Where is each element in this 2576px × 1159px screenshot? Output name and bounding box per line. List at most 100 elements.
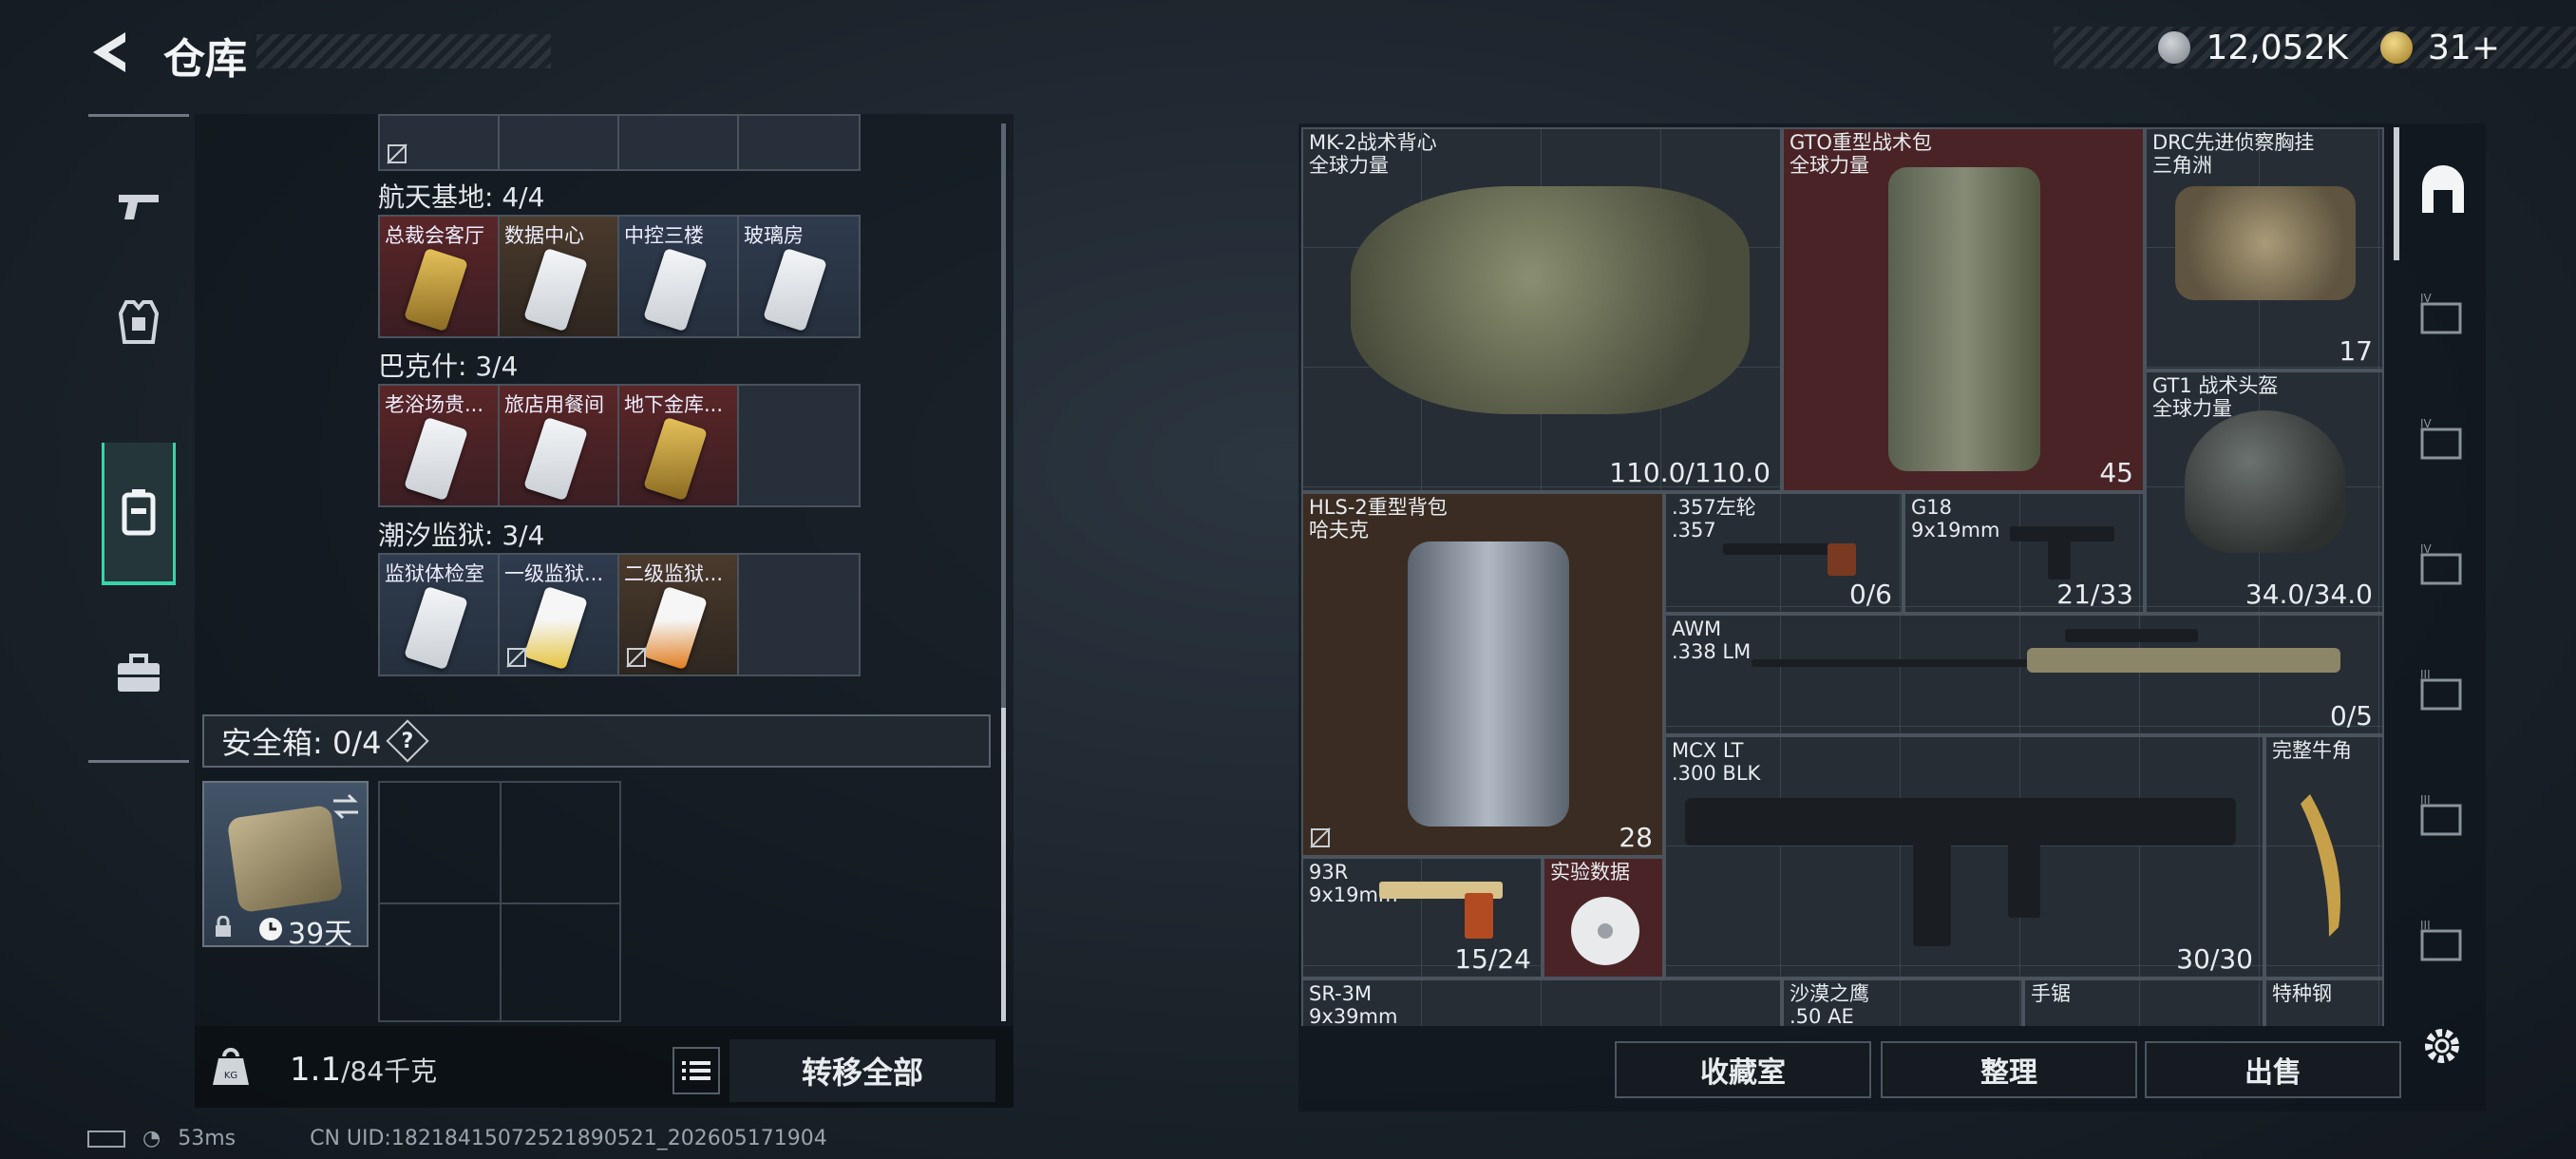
- key-row: 监狱体检室 一级监狱... 二级监狱...: [378, 553, 861, 676]
- item-saw[interactable]: 手锯: [2023, 978, 2264, 1026]
- back-arrow-icon[interactable]: [87, 28, 135, 76]
- item-name: MCX LT: [1672, 739, 1744, 762]
- item-93r[interactable]: 93R 9x19mm 15/24: [1301, 857, 1543, 978]
- key-slot[interactable]: [739, 116, 859, 169]
- safe-box-image: [226, 804, 344, 914]
- nav-divider: [88, 760, 189, 763]
- item-backpack-hls[interactable]: HLS-2重型背包 哈夫克 28: [1301, 492, 1664, 857]
- transfer-all-button[interactable]: 转移全部: [729, 1039, 995, 1102]
- item-name: 手锯: [2031, 982, 2071, 1005]
- title-stripe: [256, 34, 551, 68]
- nav-armor[interactable]: [102, 285, 176, 359]
- stash-home-icon[interactable]: [2416, 165, 2470, 218]
- safe-box-grid[interactable]: [378, 781, 621, 1022]
- item-vest[interactable]: MK-2战术背心 全球力量 110.0/110.0: [1301, 127, 1782, 492]
- keycard-image: [404, 585, 468, 671]
- empty-key-slot[interactable]: [739, 555, 859, 674]
- nav-divider: [88, 114, 189, 117]
- chest-rig-image: [2175, 186, 2356, 300]
- token-amount[interactable]: 31+: [2428, 28, 2500, 67]
- key-slot[interactable]: [500, 116, 619, 169]
- nav-briefcase[interactable]: [102, 636, 176, 711]
- scrollbar-thumb[interactable]: [1001, 708, 1006, 1021]
- item-deagle[interactable]: 沙漠之鹰 .50 AE: [1782, 978, 2023, 1026]
- item-chest-rig[interactable]: DRC先进侦察胸挂 三角洲 17: [2145, 127, 2384, 370]
- item-name: G18: [1911, 496, 1952, 519]
- nav-weapons[interactable]: [102, 169, 176, 243]
- item-horn[interactable]: 完整牛角: [2264, 735, 2384, 978]
- item-helmet[interactable]: GT1 战术头盔 全球力量 34.0/34.0: [2145, 370, 2384, 614]
- item-mcx[interactable]: MCX LT .300 BLK 30/30: [1664, 735, 2264, 978]
- safe-box-item[interactable]: 39天: [202, 781, 369, 951]
- container-iv-icon[interactable]: IV: [2416, 414, 2470, 467]
- horn-image: [2301, 794, 2340, 937]
- key-card-label: 数据中心: [504, 224, 584, 247]
- item-sr3m[interactable]: SR-3M 9x39mm: [1301, 978, 1782, 1026]
- item-capacity: 17: [2339, 335, 2373, 367]
- item-subtitle: 全球力量: [1790, 154, 1869, 177]
- sell-button[interactable]: 出售: [2145, 1041, 2401, 1098]
- item-ammo: 0/6: [1848, 579, 1892, 610]
- keycard-image: [523, 416, 588, 502]
- item-subtitle: 全球力量: [1309, 154, 1389, 177]
- coin-icon: [2158, 31, 2191, 64]
- keycard-image: [643, 585, 708, 671]
- list-view-button[interactable]: [672, 1047, 720, 1094]
- item-name: 实验数据: [1550, 861, 1630, 884]
- keycard-image: [404, 247, 468, 332]
- safe-box-header: 安全箱: 0/4 ?: [202, 714, 991, 768]
- key-card[interactable]: 数据中心: [500, 217, 619, 336]
- item-subtitle: 三角洲: [2152, 154, 2212, 177]
- svg-text:III: III: [2420, 919, 2431, 932]
- vest-image: [1351, 186, 1750, 414]
- item-name: DRC先进侦察胸挂: [2152, 131, 2315, 154]
- key-card-label: 监狱体检室: [385, 562, 484, 585]
- empty-key-slot[interactable]: [739, 386, 859, 505]
- backpack-image: [1408, 542, 1569, 826]
- key-card-label: 玻璃房: [744, 224, 804, 247]
- g18-grip: [2048, 536, 2071, 580]
- container-iv-icon[interactable]: IV: [2416, 540, 2470, 593]
- key-card[interactable]: 监狱体检室: [380, 555, 500, 674]
- key-card[interactable]: 中控三楼: [619, 217, 739, 336]
- mcx-body: [1685, 798, 2236, 846]
- scrollbar-track[interactable]: [1001, 124, 1006, 712]
- item-backpack[interactable]: GTO重型战术包 全球力量 45: [1782, 127, 2145, 492]
- item-g18[interactable]: G18 9x19mm 21/33: [1904, 492, 2145, 614]
- help-icon[interactable]: ?: [386, 719, 430, 763]
- item-steel[interactable]: 特种钢: [2264, 978, 2384, 1026]
- item-data[interactable]: 实验数据: [1543, 857, 1664, 978]
- keycard-image: [523, 247, 588, 332]
- key-card[interactable]: 地下金库...: [619, 386, 739, 505]
- list-icon: [682, 1061, 710, 1080]
- item-subtitle: .300 BLK: [1672, 762, 1761, 785]
- key-slot[interactable]: [619, 116, 739, 169]
- container-iii-icon[interactable]: III: [2416, 790, 2470, 844]
- key-card[interactable]: 总裁会客厅: [380, 217, 500, 336]
- container-iv-icon[interactable]: IV: [2416, 289, 2470, 342]
- key-card[interactable]: 旅店用餐间: [500, 386, 619, 505]
- key-card[interactable]: 老浴场贵...: [380, 386, 500, 505]
- settings-gear-icon[interactable]: [2420, 1024, 2464, 1068]
- key-slot[interactable]: [380, 116, 500, 169]
- no-trade-icon: [387, 143, 407, 164]
- item-name: 完整牛角: [2272, 739, 2352, 762]
- token-icon: [2380, 31, 2414, 64]
- container-iii-icon[interactable]: III: [2416, 916, 2470, 969]
- item-name: AWM: [1672, 618, 1722, 640]
- coin-amount: 12,052K: [2206, 28, 2349, 67]
- key-card-label: 旅店用餐间: [504, 393, 604, 416]
- collection-room-button[interactable]: 收藏室: [1615, 1041, 1871, 1098]
- key-card[interactable]: 玻璃房: [739, 217, 859, 336]
- key-card[interactable]: 二级监狱...: [619, 555, 739, 674]
- sort-button[interactable]: 整理: [1881, 1041, 2137, 1098]
- swap-icon[interactable]: [330, 792, 362, 821]
- item-revolver[interactable]: .357左轮 .357 0/6: [1664, 492, 1904, 614]
- nav-backpack[interactable]: [102, 443, 176, 585]
- key-card[interactable]: 一级监狱...: [500, 555, 619, 674]
- item-ammo: 0/5: [2329, 700, 2373, 732]
- item-awm[interactable]: AWM .338 LM 0/5: [1664, 614, 2384, 735]
- backpack-icon: [122, 489, 156, 536]
- container-iii-icon[interactable]: III: [2416, 665, 2470, 718]
- key-card-label: 二级监狱...: [624, 562, 724, 585]
